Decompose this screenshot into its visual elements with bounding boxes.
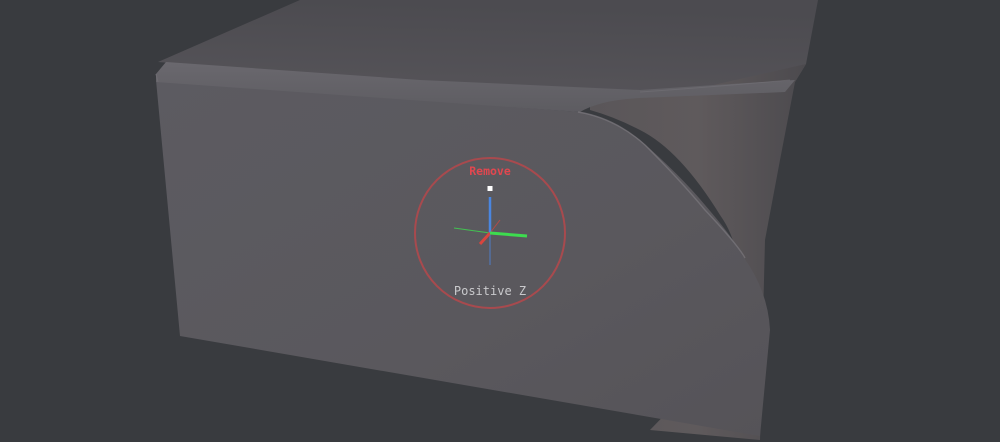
z-axis-handle <box>487 186 493 191</box>
x-axis-negative-line <box>489 219 501 234</box>
y-axis-line <box>489 231 528 238</box>
x-axis-line <box>478 231 492 246</box>
gizmo-direction-label: Positive Z <box>453 284 527 298</box>
y-axis-negative-line <box>453 227 491 234</box>
transform-gizmo[interactable]: Remove Positive Z <box>414 157 566 309</box>
remove-button[interactable]: Remove <box>414 164 566 178</box>
3d-viewport[interactable]: Remove Positive Z <box>0 0 1000 442</box>
